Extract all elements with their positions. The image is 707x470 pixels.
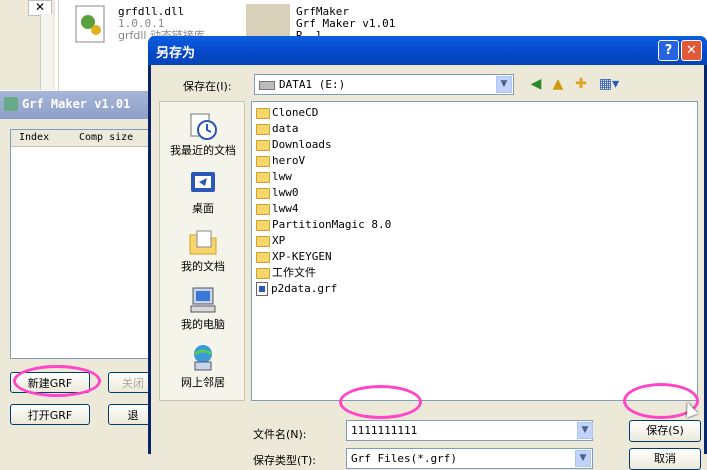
- list-item[interactable]: p2data.grf: [256, 281, 337, 297]
- filetype-label: 保存类型(T):: [253, 454, 317, 467]
- place-desktop[interactable]: 桌面: [160, 168, 246, 216]
- item-name: PartitionMagic 8.0: [272, 218, 392, 231]
- folder-icon: [256, 171, 270, 183]
- item-name: XP: [272, 234, 286, 247]
- grf-maker-window: Grf Maker v1.01 Index Comp size 新建GRF 关闭…: [0, 91, 158, 454]
- list-item[interactable]: lww4: [256, 201, 299, 217]
- place-label: 桌面: [192, 202, 214, 215]
- window-title: Grf Maker v1.01: [22, 97, 131, 111]
- list-item[interactable]: CloneCD: [256, 105, 318, 121]
- place-label: 我最近的文档: [170, 144, 236, 157]
- place-my-documents[interactable]: 我的文档: [160, 226, 246, 274]
- dialog-titlebar[interactable]: 另存为 ? ✕: [148, 36, 707, 65]
- list-item[interactable]: PartitionMagic 8.0: [256, 217, 391, 233]
- dialog-body: 保存在(I): DATA1 (E:) ▼ ◀ ▲ ✚ ▦▾ 我最近的文档 桌面: [151, 65, 704, 470]
- folder-icon: [256, 123, 270, 135]
- up-folder-icon[interactable]: ▲: [549, 75, 567, 93]
- chevron-down-icon[interactable]: ▼: [577, 422, 593, 439]
- list-header: Index Comp size: [11, 130, 151, 147]
- grf-maker-titlebar[interactable]: Grf Maker v1.01: [0, 91, 150, 119]
- desktop-icon: [187, 168, 219, 200]
- folder-icon: [256, 235, 270, 247]
- filetype-dropdown[interactable]: Grf Files(*.grf) ▼: [346, 448, 593, 469]
- column-header-index[interactable]: Index: [19, 132, 49, 143]
- drive-icon: [259, 81, 275, 90]
- list-item[interactable]: 工作文件: [256, 265, 316, 281]
- recent-documents-icon: [187, 110, 219, 142]
- my-computer-icon: [187, 284, 219, 316]
- dialog-title: 另存为: [156, 46, 196, 61]
- folder-icon: [256, 219, 270, 231]
- grf-file-list[interactable]: Index Comp size: [10, 129, 152, 359]
- help-button[interactable]: ?: [658, 40, 679, 61]
- scrollbar[interactable]: [40, 14, 53, 90]
- item-name: CloneCD: [272, 106, 319, 119]
- item-name: data: [272, 122, 299, 135]
- list-item[interactable]: heroV: [256, 153, 305, 169]
- file-list[interactable]: CloneCD data Downloads heroV lww lww0 lw…: [251, 101, 698, 401]
- grf-file-icon: [256, 282, 268, 296]
- folder-icon: [256, 187, 270, 199]
- list-item[interactable]: XP-KEYGEN: [256, 249, 332, 265]
- open-grf-button[interactable]: 打开GRF: [10, 404, 90, 425]
- list-item[interactable]: Downloads: [256, 137, 332, 153]
- places-bar: 我最近的文档 桌面 我的文档 我的电脑 网上邻居: [159, 101, 245, 401]
- place-label: 我的电脑: [181, 318, 225, 331]
- folder-icon: [256, 251, 270, 263]
- folder-icon: [256, 203, 270, 215]
- folder-icon: [256, 155, 270, 167]
- cancel-button[interactable]: 取消: [629, 448, 701, 470]
- list-item[interactable]: lww: [256, 169, 292, 185]
- list-item[interactable]: data: [256, 121, 299, 137]
- item-name: 工作文件: [272, 266, 316, 279]
- close-dialog-button[interactable]: ✕: [681, 40, 702, 61]
- back-icon[interactable]: ◀: [527, 75, 545, 93]
- column-header-comp-size[interactable]: Comp size: [79, 132, 133, 143]
- grfmaker-exe-icon[interactable]: [246, 4, 290, 40]
- folder-icon: [256, 107, 270, 119]
- list-item[interactable]: lww0: [256, 185, 299, 201]
- filename-input[interactable]: 1111111111: [346, 420, 593, 441]
- save-in-value: DATA1 (E:): [279, 78, 346, 91]
- item-name: Downloads: [272, 138, 332, 151]
- item-name: heroV: [272, 154, 306, 167]
- place-recent-documents[interactable]: 我最近的文档: [160, 110, 246, 158]
- dll-file-icon[interactable]: [74, 4, 108, 44]
- folder-icon: [256, 267, 270, 279]
- save-as-dialog: 另存为 ? ✕ 保存在(I): DATA1 (E:) ▼ ◀ ▲ ✚ ▦▾ 我最…: [148, 36, 707, 470]
- item-name: lww4: [272, 202, 299, 215]
- place-label: 我的文档: [181, 260, 225, 273]
- item-name: lww0: [272, 186, 299, 199]
- save-button[interactable]: 保存(S): [629, 420, 701, 442]
- view-menu-icon[interactable]: ▦▾: [597, 75, 621, 93]
- app-icon: [4, 97, 18, 111]
- save-in-label: 保存在(I):: [183, 80, 232, 93]
- item-name: XP-KEYGEN: [272, 250, 332, 263]
- list-item[interactable]: XP: [256, 233, 285, 249]
- divider: [58, 0, 59, 100]
- item-name: p2data.grf: [271, 282, 338, 295]
- my-documents-icon: [187, 226, 219, 258]
- new-folder-icon[interactable]: ✚: [572, 75, 590, 93]
- save-in-dropdown[interactable]: DATA1 (E:) ▼: [254, 74, 514, 95]
- item-name: lww: [272, 170, 292, 183]
- place-my-computer[interactable]: 我的电脑: [160, 284, 246, 332]
- place-network[interactable]: 网上邻居: [160, 342, 246, 390]
- filename-label: 文件名(N):: [253, 428, 307, 441]
- new-grf-button[interactable]: 新建GRF: [10, 372, 90, 393]
- place-label: 网上邻居: [181, 376, 225, 389]
- chevron-down-icon[interactable]: ▼: [496, 76, 512, 93]
- chevron-down-icon[interactable]: ▼: [575, 450, 591, 467]
- network-places-icon: [187, 342, 219, 374]
- folder-icon: [256, 139, 270, 151]
